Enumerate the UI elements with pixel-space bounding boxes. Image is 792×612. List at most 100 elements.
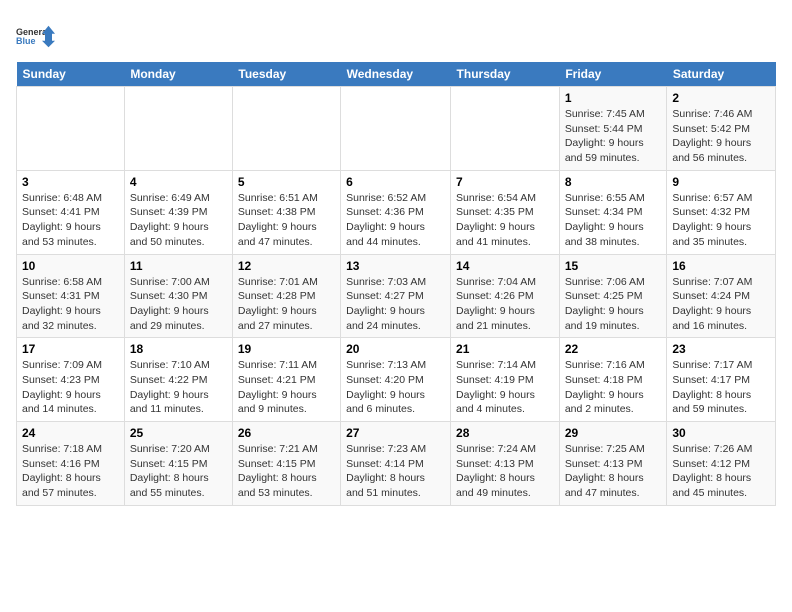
calendar-cell: 11Sunrise: 7:00 AM Sunset: 4:30 PM Dayli… — [124, 254, 232, 338]
calendar-cell: 17 Sunrise: 7:09 AM Sunset: 4:23 PM Dayli… — [17, 338, 125, 422]
calendar-table: SundayMondayTuesdayWednesdayThursdayFrid… — [16, 62, 776, 506]
calendar-cell: 16 Sunrise: 7:07 AM Sunset: 4:24 PM Dayli… — [667, 254, 776, 338]
day-info: Sunrise: 7:04 AM Sunset: 4:26 PM Dayligh… — [456, 275, 554, 334]
calendar-cell: 3 Sunrise: 6:48 AM Sunset: 4:41 PM Daylig… — [17, 170, 125, 254]
calendar-cell: 19Sunrise: 7:11 AM Sunset: 4:21 PM Dayli… — [232, 338, 340, 422]
calendar-cell: 29 Sunrise: 7:25 AM Sunset: 4:13 PM Dayli… — [559, 422, 667, 506]
day-info: Sunrise: 7:14 AM Sunset: 4:19 PM Dayligh… — [456, 358, 554, 417]
calendar-cell — [17, 87, 125, 171]
calendar-cell: 12 Sunrise: 7:01 AM Sunset: 4:28 PM Dayli… — [232, 254, 340, 338]
calendar-week-row: 17 Sunrise: 7:09 AM Sunset: 4:23 PM Dayli… — [17, 338, 776, 422]
calendar-cell: 10 Sunrise: 6:58 AM Sunset: 4:31 PM Dayli… — [17, 254, 125, 338]
calendar-cell — [451, 87, 560, 171]
calendar-cell: 13Sunrise: 7:03 AM Sunset: 4:27 PM Dayli… — [341, 254, 451, 338]
day-of-week-header: Sunday — [17, 62, 125, 87]
calendar-cell: 1 Sunrise: 7:45 AM Sunset: 5:44 PM Daylig… — [559, 87, 667, 171]
day-number: 28 — [456, 426, 554, 440]
day-number: 10 — [22, 259, 119, 273]
calendar-cell: 8 Sunrise: 6:55 AM Sunset: 4:34 PM Daylig… — [559, 170, 667, 254]
day-of-week-header: Monday — [124, 62, 232, 87]
calendar-week-row: 10 Sunrise: 6:58 AM Sunset: 4:31 PM Dayli… — [17, 254, 776, 338]
calendar-cell: 22 Sunrise: 7:16 AM Sunset: 4:18 PM Dayli… — [559, 338, 667, 422]
day-of-week-header: Thursday — [451, 62, 560, 87]
day-number: 17 — [22, 342, 119, 356]
day-number: 18 — [130, 342, 227, 356]
day-info: Sunrise: 7:45 AM Sunset: 5:44 PM Dayligh… — [565, 107, 662, 166]
day-info: Sunrise: 7:06 AM Sunset: 4:25 PM Dayligh… — [565, 275, 662, 334]
calendar-cell: 14Sunrise: 7:04 AM Sunset: 4:26 PM Dayli… — [451, 254, 560, 338]
logo-graphic: General Blue — [16, 16, 56, 56]
day-number: 23 — [672, 342, 770, 356]
header-row: SundayMondayTuesdayWednesdayThursdayFrid… — [17, 62, 776, 87]
day-of-week-header: Wednesday — [341, 62, 451, 87]
day-info: Sunrise: 7:25 AM Sunset: 4:13 PM Dayligh… — [565, 442, 662, 501]
calendar-cell: 2Sunrise: 7:46 AM Sunset: 5:42 PM Daylig… — [667, 87, 776, 171]
day-info: Sunrise: 6:57 AM Sunset: 4:32 PM Dayligh… — [672, 191, 770, 250]
day-info: Sunrise: 7:09 AM Sunset: 4:23 PM Dayligh… — [22, 358, 119, 417]
day-info: Sunrise: 7:18 AM Sunset: 4:16 PM Dayligh… — [22, 442, 119, 501]
calendar-week-row: 3 Sunrise: 6:48 AM Sunset: 4:41 PM Daylig… — [17, 170, 776, 254]
day-number: 25 — [130, 426, 227, 440]
calendar-cell: 25 Sunrise: 7:20 AM Sunset: 4:15 PM Dayli… — [124, 422, 232, 506]
day-info: Sunrise: 6:52 AM Sunset: 4:36 PM Dayligh… — [346, 191, 445, 250]
calendar-cell: 7 Sunrise: 6:54 AM Sunset: 4:35 PM Daylig… — [451, 170, 560, 254]
day-info: Sunrise: 7:01 AM Sunset: 4:28 PM Dayligh… — [238, 275, 335, 334]
day-number: 22 — [565, 342, 662, 356]
calendar-cell: 23 Sunrise: 7:17 AM Sunset: 4:17 PM Dayli… — [667, 338, 776, 422]
day-number: 20 — [346, 342, 445, 356]
day-info: Sunrise: 6:54 AM Sunset: 4:35 PM Dayligh… — [456, 191, 554, 250]
day-number: 21 — [456, 342, 554, 356]
day-info: Sunrise: 7:24 AM Sunset: 4:13 PM Dayligh… — [456, 442, 554, 501]
day-of-week-header: Tuesday — [232, 62, 340, 87]
day-info: Sunrise: 6:49 AM Sunset: 4:39 PM Dayligh… — [130, 191, 227, 250]
day-number: 29 — [565, 426, 662, 440]
day-number: 8 — [565, 175, 662, 189]
day-of-week-header: Friday — [559, 62, 667, 87]
calendar-week-row: 24 Sunrise: 7:18 AM Sunset: 4:16 PM Dayli… — [17, 422, 776, 506]
day-number: 3 — [22, 175, 119, 189]
calendar-cell — [124, 87, 232, 171]
day-info: Sunrise: 7:13 AM Sunset: 4:20 PM Dayligh… — [346, 358, 445, 417]
calendar-cell: 15 Sunrise: 7:06 AM Sunset: 4:25 PM Dayli… — [559, 254, 667, 338]
day-number: 4 — [130, 175, 227, 189]
day-number: 27 — [346, 426, 445, 440]
day-number: 6 — [346, 175, 445, 189]
day-number: 7 — [456, 175, 554, 189]
day-info: Sunrise: 7:20 AM Sunset: 4:15 PM Dayligh… — [130, 442, 227, 501]
day-number: 9 — [672, 175, 770, 189]
day-number: 19 — [238, 342, 335, 356]
svg-text:Blue: Blue — [16, 36, 36, 46]
day-info: Sunrise: 7:07 AM Sunset: 4:24 PM Dayligh… — [672, 275, 770, 334]
day-number: 2 — [672, 91, 770, 105]
calendar-cell: 27Sunrise: 7:23 AM Sunset: 4:14 PM Dayli… — [341, 422, 451, 506]
calendar-cell — [232, 87, 340, 171]
day-info: Sunrise: 6:51 AM Sunset: 4:38 PM Dayligh… — [238, 191, 335, 250]
calendar-cell: 5 Sunrise: 6:51 AM Sunset: 4:38 PM Daylig… — [232, 170, 340, 254]
calendar-body: 1 Sunrise: 7:45 AM Sunset: 5:44 PM Daylig… — [17, 87, 776, 506]
calendar-cell: 6 Sunrise: 6:52 AM Sunset: 4:36 PM Daylig… — [341, 170, 451, 254]
calendar-cell: 21 Sunrise: 7:14 AM Sunset: 4:19 PM Dayli… — [451, 338, 560, 422]
day-number: 12 — [238, 259, 335, 273]
day-number: 1 — [565, 91, 662, 105]
day-info: Sunrise: 7:17 AM Sunset: 4:17 PM Dayligh… — [672, 358, 770, 417]
calendar-header: SundayMondayTuesdayWednesdayThursdayFrid… — [17, 62, 776, 87]
calendar-week-row: 1 Sunrise: 7:45 AM Sunset: 5:44 PM Daylig… — [17, 87, 776, 171]
day-info: Sunrise: 7:10 AM Sunset: 4:22 PM Dayligh… — [130, 358, 227, 417]
calendar-cell: 4 Sunrise: 6:49 AM Sunset: 4:39 PM Daylig… — [124, 170, 232, 254]
calendar-cell: 9 Sunrise: 6:57 AM Sunset: 4:32 PM Daylig… — [667, 170, 776, 254]
day-number: 30 — [672, 426, 770, 440]
day-info: Sunrise: 6:58 AM Sunset: 4:31 PM Dayligh… — [22, 275, 119, 334]
day-info: Sunrise: 6:55 AM Sunset: 4:34 PM Dayligh… — [565, 191, 662, 250]
day-number: 24 — [22, 426, 119, 440]
calendar-cell: 28 Sunrise: 7:24 AM Sunset: 4:13 PM Dayli… — [451, 422, 560, 506]
day-number: 5 — [238, 175, 335, 189]
day-number: 16 — [672, 259, 770, 273]
day-info: Sunrise: 7:16 AM Sunset: 4:18 PM Dayligh… — [565, 358, 662, 417]
day-info: Sunrise: 7:00 AM Sunset: 4:30 PM Dayligh… — [130, 275, 227, 334]
day-info: Sunrise: 6:48 AM Sunset: 4:41 PM Dayligh… — [22, 191, 119, 250]
logo: General Blue — [16, 16, 56, 56]
day-number: 15 — [565, 259, 662, 273]
calendar-cell: 24 Sunrise: 7:18 AM Sunset: 4:16 PM Dayli… — [17, 422, 125, 506]
day-info: Sunrise: 7:26 AM Sunset: 4:12 PM Dayligh… — [672, 442, 770, 501]
calendar-cell: 26Sunrise: 7:21 AM Sunset: 4:15 PM Dayli… — [232, 422, 340, 506]
